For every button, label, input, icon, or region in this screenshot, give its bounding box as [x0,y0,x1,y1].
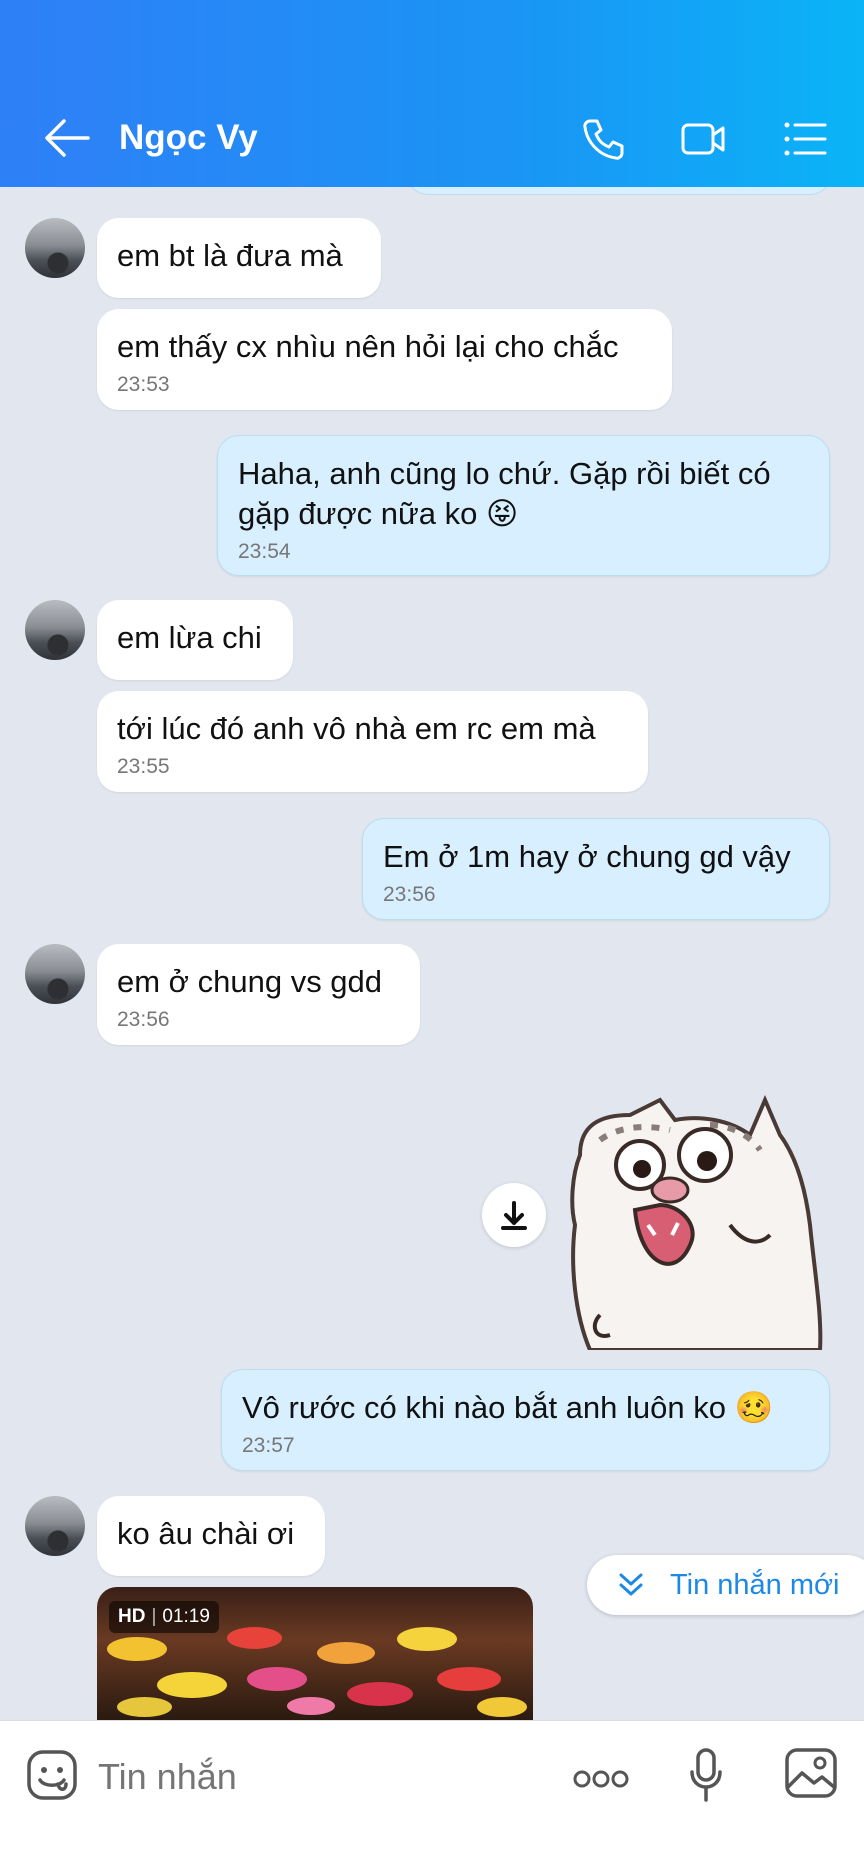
video-info-badge: HD | 01:19 [109,1601,219,1633]
message-text: em bt là đưa mà [117,238,343,273]
contact-name[interactable]: Ngọc Vy [119,114,258,162]
message-composer [0,1720,864,1873]
message-text-line: gặp được nữa ko 😝 [238,496,519,531]
message-text: em thấy cx nhìu nên hỏi lại cho chắc [117,329,619,364]
message-time: 23:57 [242,1434,295,1457]
download-icon [501,1201,527,1230]
message-text: em ở chung vs gdd [117,964,383,999]
new-message-label: Tin nhắn mới [670,1569,840,1601]
video-quality: HD [118,1606,146,1627]
avatar[interactable] [25,944,85,1004]
message-bubble-received[interactable]: em lừa chi [97,600,293,680]
more-options-icon[interactable] [573,1769,629,1789]
message-text: Em ở 1m hay ở chung gd vậy [383,839,791,874]
chat-header: Ngọc Vy [0,0,864,187]
message-text: Vô rước có khi nào bắt anh luôn ko 🥴 [242,1390,774,1425]
avatar[interactable] [25,600,85,660]
message-bubble-sent[interactable]: Em ở 1m hay ở chung gd vậy 23:56 [362,818,830,920]
message-text: em lừa chi [117,620,262,655]
avatar[interactable] [25,1496,85,1556]
message-bubble-sent[interactable]: Vô rước có khi nào bắt anh luôn ko 🥴 23:… [221,1369,830,1471]
message-bubble-sent[interactable]: Haha, anh cũng lo chứ. Gặp rồi biết có g… [217,435,830,576]
back-arrow-icon[interactable] [42,115,92,161]
message-time: 23:54 [238,540,291,563]
download-button[interactable] [482,1183,546,1247]
video-call-icon[interactable] [680,116,726,162]
message-input[interactable] [96,1751,520,1803]
message-bubble-received[interactable]: ko âu chài ơi [97,1496,325,1576]
sticker-emoji-icon[interactable] [26,1749,78,1801]
message-time: 23:56 [117,1008,170,1031]
avatar[interactable] [25,218,85,278]
message-time: 23:53 [117,373,170,396]
menu-list-icon[interactable] [782,116,828,162]
message-text-line: Haha, anh cũng lo chứ. Gặp rồi biết có [238,456,771,491]
video-duration: 01:19 [162,1606,210,1627]
message-text: tới lúc đó anh vô nhà em rc em mà [117,711,596,746]
phone-icon[interactable] [580,116,626,162]
microphone-icon[interactable] [688,1747,724,1803]
message-bubble-received[interactable]: em thấy cx nhìu nên hỏi lại cho chắc 23:… [97,309,672,410]
message-bubble-received[interactable]: em bt là đưa mà [97,218,381,298]
double-chevron-down-icon [619,1573,643,1596]
message-time: 23:55 [117,755,170,778]
cat-sticker-icon[interactable] [560,1095,830,1350]
divider: | [151,1606,157,1627]
image-gallery-icon[interactable] [784,1747,838,1799]
video-thumbnail[interactable]: HD | 01:19 [97,1587,533,1720]
message-bubble-received[interactable]: tới lúc đó anh vô nhà em rc em mà 23:55 [97,691,648,792]
message-time: 23:56 [383,883,436,906]
message-text: ko âu chài ơi [117,1516,295,1551]
new-message-button[interactable]: Tin nhắn mới [587,1555,864,1615]
message-bubble-received[interactable]: em ở chung vs gdd 23:56 [97,944,420,1045]
